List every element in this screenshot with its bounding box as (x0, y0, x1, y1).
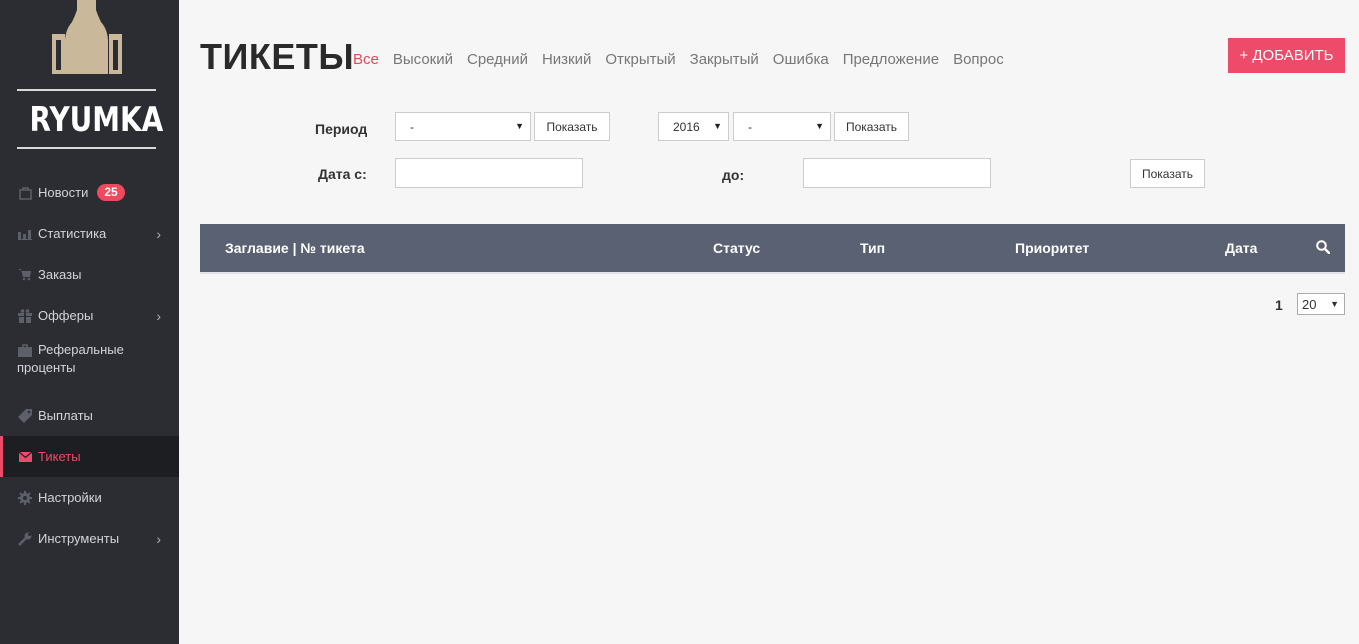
sidebar-item-statistics[interactable]: Статистика › (0, 213, 179, 254)
date-range-show-button[interactable]: Показать (1130, 159, 1205, 188)
column-header-date[interactable]: Дата (1225, 240, 1257, 256)
filter-bug[interactable]: Ошибка (773, 51, 829, 68)
sidebar-item-offers[interactable]: Офферы › (0, 295, 179, 336)
sidebar-item-label: Статистика (38, 225, 107, 241)
sidebar-item-label-continued: проценты (17, 360, 76, 375)
sidebar-item-label: Выплаты (38, 407, 93, 423)
bar-chart-icon (17, 226, 33, 242)
period-label: Период (315, 121, 368, 137)
envelope-icon (17, 449, 33, 465)
add-ticket-button[interactable]: + ДОБАВИТЬ (1228, 38, 1345, 73)
filter-medium[interactable]: Средний (467, 51, 528, 68)
filter-open[interactable]: Открытый (605, 51, 675, 68)
sidebar-item-label: Тикеты (38, 448, 81, 464)
wrench-icon (17, 531, 33, 547)
dropdown-arrow-icon: ▼ (1330, 299, 1339, 309)
sidebar-item-referral[interactable]: Реферальные проценты (0, 336, 179, 395)
bag-icon (17, 185, 33, 201)
sidebar-item-orders[interactable]: Заказы (0, 254, 179, 295)
sidebar-item-settings[interactable]: Настройки (0, 477, 179, 518)
page-title: ТИКЕТЫ (200, 36, 355, 77)
tag-icon (17, 408, 33, 424)
brand-logo[interactable]: RYUMKA (17, 0, 164, 152)
year-select[interactable]: 2016 ▼ (658, 112, 729, 141)
sidebar-item-label: Реферальные (38, 342, 124, 357)
cart-icon (17, 267, 33, 283)
filter-low[interactable]: Низкий (542, 51, 591, 68)
column-header-status[interactable]: Статус (713, 240, 760, 256)
logo-divider-top (17, 89, 156, 91)
news-count-badge: 25 (97, 184, 125, 201)
filter-all[interactable]: Все (353, 51, 379, 68)
sidebar-item-label: Настройки (38, 489, 102, 505)
chevron-right-icon: › (156, 530, 161, 547)
column-header-type[interactable]: Тип (860, 240, 885, 256)
sidebar-item-label: Офферы (38, 307, 94, 323)
date-from-input[interactable] (395, 158, 583, 188)
date-to-input[interactable] (803, 158, 991, 188)
dropdown-arrow-icon: ▼ (515, 121, 524, 131)
gear-icon (17, 490, 33, 506)
logo-divider-bottom (17, 147, 156, 149)
chevron-right-icon: › (156, 307, 161, 324)
gift-icon (17, 308, 33, 324)
sidebar-menu: Новости 25 Статистика › Заказы Офферы › (0, 172, 179, 559)
dropdown-arrow-icon: ▼ (713, 121, 722, 131)
per-page-value: 20 (1302, 296, 1317, 312)
filter-question[interactable]: Вопрос (953, 51, 1004, 68)
filter-high[interactable]: Высокий (393, 51, 453, 68)
filter-closed[interactable]: Закрытый (690, 51, 759, 68)
column-header-priority[interactable]: Приоритет (1015, 240, 1089, 256)
month-select[interactable]: - ▼ (733, 112, 831, 141)
sidebar-item-label: Инструменты (38, 530, 120, 546)
search-icon[interactable] (1316, 240, 1331, 257)
period-show-button[interactable]: Показать (534, 112, 610, 141)
sidebar-item-label: Заказы (38, 266, 82, 282)
priority-type-filters: Все Высокий Средний Низкий Открытый Закр… (353, 51, 1004, 68)
logo-text: RYUMKA (29, 100, 164, 140)
chevron-right-icon: › (156, 225, 161, 242)
filter-suggestion[interactable]: Предложение (843, 51, 939, 68)
year-month-show-button[interactable]: Показать (834, 112, 909, 141)
sidebar-item-tickets[interactable]: Тикеты (0, 436, 179, 477)
date-from-label: Дата с: (318, 166, 367, 182)
period-select-value: - (410, 119, 414, 134)
sidebar-item-label: Новости (38, 184, 89, 200)
column-header-title[interactable]: Заглавие | № тикета (225, 240, 365, 256)
sidebar: RYUMKA Новости 25 Статистика › Заказы Оф… (0, 0, 179, 644)
per-page-select[interactable]: 20 ▼ (1297, 293, 1345, 315)
bottle-logo-icon (52, 0, 122, 74)
tickets-table-header: Заглавие | № тикета Статус Тип Приоритет… (200, 224, 1345, 272)
briefcase-icon (17, 342, 33, 358)
month-select-value: - (748, 119, 752, 134)
dropdown-arrow-icon: ▼ (815, 121, 824, 131)
sidebar-item-tools[interactable]: Инструменты › (0, 518, 179, 559)
sidebar-item-news[interactable]: Новости 25 (0, 172, 179, 213)
date-to-label: до: (722, 167, 745, 183)
period-select[interactable]: - ▼ (395, 112, 531, 141)
current-page-number[interactable]: 1 (1275, 297, 1283, 313)
table-header-border (200, 272, 1345, 274)
year-select-value: 2016 (673, 119, 700, 134)
sidebar-item-payouts[interactable]: Выплаты (0, 395, 179, 436)
